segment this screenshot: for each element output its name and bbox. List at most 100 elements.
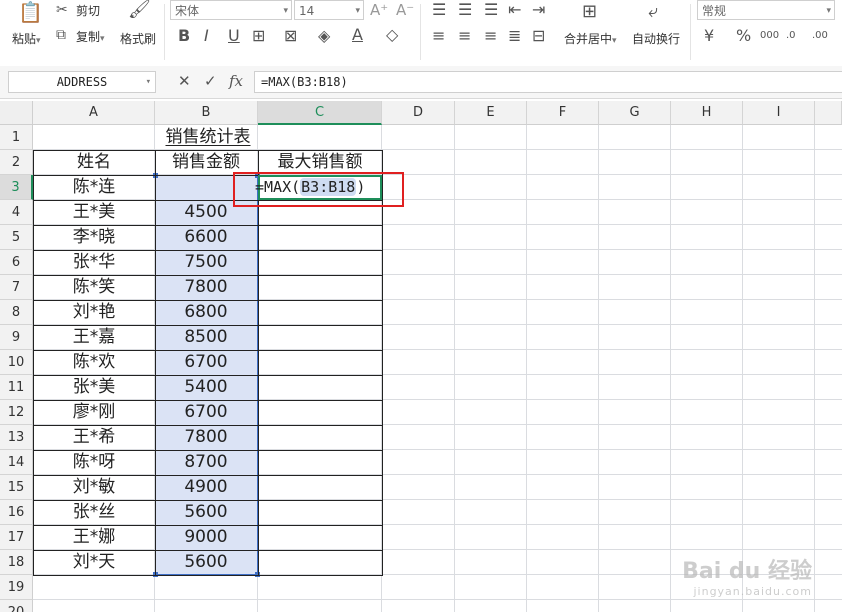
format-painter-button[interactable]: 格式刷 xyxy=(120,30,156,47)
paste-icon[interactable]: 📋 xyxy=(18,2,43,22)
name-cell[interactable]: 陈*呀 xyxy=(33,450,155,475)
column-header-d[interactable]: D xyxy=(382,101,455,125)
name-cell[interactable]: 张*美 xyxy=(33,375,155,400)
row-header-1[interactable]: 1 xyxy=(0,125,33,150)
merge-center-button[interactable]: 合并居中▾ xyxy=(564,30,617,47)
name-cell[interactable]: 张*丝 xyxy=(33,500,155,525)
font-size-select[interactable]: 14 ▾ xyxy=(294,0,364,20)
name-cell[interactable]: 陈*欢 xyxy=(33,350,155,375)
cell-style-icon[interactable]: ⊠ xyxy=(284,28,297,44)
amount-cell[interactable]: 5600 xyxy=(155,550,257,575)
cancel-icon[interactable]: ✕ xyxy=(178,72,191,90)
column-header-e[interactable]: E xyxy=(455,101,527,125)
confirm-icon[interactable]: ✓ xyxy=(204,72,217,90)
amount-cell[interactable]: 7800 xyxy=(155,425,257,450)
row-header-16[interactable]: 16 xyxy=(0,500,33,525)
indent-decrease-icon[interactable]: ⇤ xyxy=(508,2,521,18)
amount-cell[interactable]: 6600 xyxy=(155,225,257,250)
amount-cell[interactable]: 5600 xyxy=(155,500,257,525)
name-box[interactable]: ADDRESS ▾ xyxy=(8,71,156,93)
column-header-a[interactable]: A xyxy=(33,101,155,125)
scissors-icon[interactable]: ✂ xyxy=(56,2,68,18)
amount-cell[interactable]: 8500 xyxy=(155,325,257,350)
row-header-2[interactable]: 2 xyxy=(0,150,33,175)
row-header-12[interactable]: 12 xyxy=(0,400,33,425)
font-color-icon[interactable]: A xyxy=(352,27,363,43)
column-header-extra[interactable] xyxy=(815,101,842,125)
number-format-select[interactable]: 常规 ▾ xyxy=(697,0,835,20)
row-header-18[interactable]: 18 xyxy=(0,550,33,575)
amount-cell[interactable]: 8700 xyxy=(155,450,257,475)
increase-decimal-icon[interactable]: .0 xyxy=(786,28,796,44)
paste-button[interactable]: 粘贴▾ xyxy=(12,30,41,47)
column-header-f[interactable]: F xyxy=(527,101,599,125)
bold-icon[interactable]: B xyxy=(178,28,190,44)
italic-icon[interactable]: I xyxy=(204,28,209,44)
format-painter-icon[interactable]: 🖌 xyxy=(128,1,151,19)
name-cell[interactable]: 李*晓 xyxy=(33,225,155,250)
row-header-8[interactable]: 8 xyxy=(0,300,33,325)
insert-function-icon[interactable]: fx xyxy=(229,72,243,90)
name-cell[interactable]: 张*华 xyxy=(33,250,155,275)
name-cell[interactable]: 刘*艳 xyxy=(33,300,155,325)
row-header-9[interactable]: 9 xyxy=(0,325,33,350)
name-cell[interactable]: 刘*敏 xyxy=(33,475,155,500)
formula-input[interactable]: =MAX(B3:B18) xyxy=(254,71,842,93)
header-name-cell[interactable]: 姓名 xyxy=(33,150,155,175)
align-bottom-icon[interactable]: ☰ xyxy=(484,2,498,18)
row-header-11[interactable]: 11 xyxy=(0,375,33,400)
row-header-5[interactable]: 5 xyxy=(0,225,33,250)
wrap-text-button[interactable]: 自动换行 xyxy=(632,30,680,47)
amount-cell[interactable]: 9000 xyxy=(155,525,257,550)
row-header-7[interactable]: 7 xyxy=(0,275,33,300)
name-cell[interactable]: 王*希 xyxy=(33,425,155,450)
copy-button[interactable]: 复制▾ xyxy=(76,28,105,45)
spreadsheet-grid[interactable]: ABCDEFGHI1234567891011121314151617181920… xyxy=(0,101,842,612)
row-header-13[interactable]: 13 xyxy=(0,425,33,450)
column-header-g[interactable]: G xyxy=(599,101,671,125)
align-top-icon[interactable]: ☰ xyxy=(432,2,446,18)
row-header-20[interactable]: 20 xyxy=(0,600,33,612)
amount-cell[interactable]: 7500 xyxy=(155,250,257,275)
underline-icon[interactable]: U xyxy=(228,28,240,44)
decrease-decimal-icon[interactable]: .00 xyxy=(812,28,828,44)
copy-icon[interactable]: ⧉ xyxy=(56,27,66,43)
column-header-c[interactable]: C xyxy=(258,101,382,125)
amount-cell[interactable]: 5400 xyxy=(155,375,257,400)
row-header-14[interactable]: 14 xyxy=(0,450,33,475)
cut-button[interactable]: 剪切 xyxy=(76,2,100,19)
decrease-font-icon[interactable]: A⁻ xyxy=(396,2,414,18)
row-header-17[interactable]: 17 xyxy=(0,525,33,550)
amount-cell[interactable]: 6700 xyxy=(155,400,257,425)
percent-icon[interactable]: % xyxy=(736,28,751,44)
row-header-6[interactable]: 6 xyxy=(0,250,33,275)
row-header-15[interactable]: 15 xyxy=(0,475,33,500)
align-right-icon[interactable]: ≡ xyxy=(484,28,497,44)
align-center-icon[interactable]: ≡ xyxy=(458,28,471,44)
column-header-i[interactable]: I xyxy=(743,101,815,125)
column-header-h[interactable]: H xyxy=(671,101,743,125)
row-header-4[interactable]: 4 xyxy=(0,200,33,225)
thousands-separator-icon[interactable]: 000 xyxy=(760,28,779,44)
align-middle-icon[interactable]: ☰ xyxy=(458,2,472,18)
row-header-19[interactable]: 19 xyxy=(0,575,33,600)
fill-color-icon[interactable]: ◈ xyxy=(318,28,330,44)
row-header-3[interactable]: 3 xyxy=(0,175,33,200)
merge-center-icon[interactable]: ⊞ xyxy=(582,3,597,21)
select-all-corner[interactable] xyxy=(0,101,33,125)
amount-cell[interactable]: 6700 xyxy=(155,350,257,375)
name-cell[interactable]: 王*嘉 xyxy=(33,325,155,350)
column-header-b[interactable]: B xyxy=(155,101,258,125)
font-name-select[interactable]: 宋体 ▾ xyxy=(170,0,292,20)
name-cell[interactable]: 廖*刚 xyxy=(33,400,155,425)
distributed-icon[interactable]: ⊟ xyxy=(532,28,545,44)
indent-increase-icon[interactable]: ⇥ xyxy=(532,2,545,18)
amount-cell[interactable]: 6800 xyxy=(155,300,257,325)
borders-icon[interactable]: ⊞ xyxy=(252,28,265,44)
name-cell[interactable]: 陈*连 xyxy=(33,175,155,200)
justify-icon[interactable]: ≣ xyxy=(508,28,521,44)
name-cell[interactable]: 王*娜 xyxy=(33,525,155,550)
currency-icon[interactable]: ¥ xyxy=(704,28,714,44)
name-cell[interactable]: 王*美 xyxy=(33,200,155,225)
eraser-icon[interactable]: ◇ xyxy=(386,27,398,43)
